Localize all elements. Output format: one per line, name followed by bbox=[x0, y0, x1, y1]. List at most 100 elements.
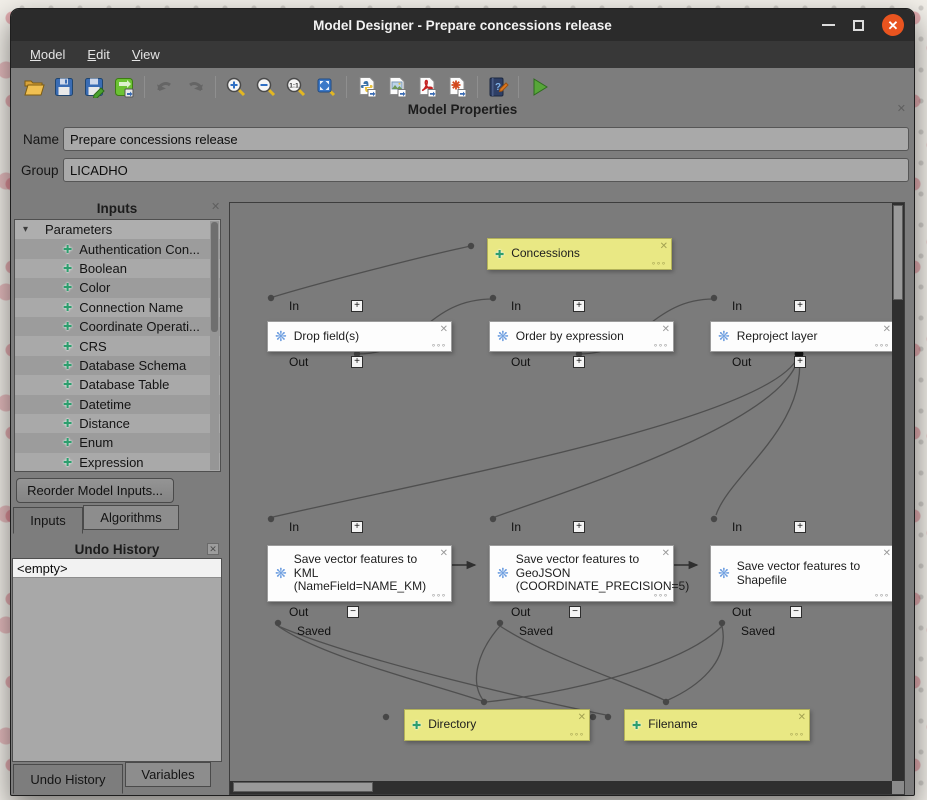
add-parameter-icon bbox=[63, 436, 72, 449]
model-properties-close-icon[interactable]: ✕ bbox=[897, 104, 906, 115]
undo-history-empty-item[interactable]: <empty> bbox=[13, 559, 221, 578]
parameter-item[interactable]: Database Table bbox=[15, 375, 220, 394]
tab-inputs[interactable]: Inputs bbox=[13, 507, 83, 534]
run-model-icon[interactable] bbox=[524, 72, 554, 102]
model-connections bbox=[230, 203, 905, 795]
save-model-in-project-icon[interactable] bbox=[109, 72, 139, 102]
port-in-label: In bbox=[732, 520, 742, 534]
node-drop-fields[interactable]: Drop field(s) bbox=[267, 321, 452, 352]
collapse-outputs-button[interactable] bbox=[790, 606, 802, 618]
zoom-in-icon[interactable] bbox=[221, 72, 251, 102]
horizontal-scrollbar-thumb[interactable] bbox=[233, 782, 373, 792]
expand-outputs-button[interactable] bbox=[794, 356, 806, 368]
node-directory[interactable]: Directory bbox=[404, 709, 590, 741]
parameter-item[interactable]: Enum bbox=[15, 433, 220, 452]
inputs-panel-title: Inputs bbox=[11, 201, 223, 216]
port-saved-label: Saved bbox=[297, 624, 331, 638]
input-plus-icon bbox=[412, 719, 421, 732]
menubar: Model Edit View bbox=[11, 41, 914, 68]
collapse-outputs-button[interactable] bbox=[347, 606, 359, 618]
expand-inputs-button[interactable] bbox=[794, 300, 806, 312]
vertical-scrollbar-thumb[interactable] bbox=[893, 205, 903, 300]
expand-inputs-button[interactable] bbox=[573, 521, 585, 533]
close-icon[interactable]: ✕ bbox=[882, 14, 904, 36]
model-group-input[interactable] bbox=[63, 158, 909, 182]
parameter-item[interactable]: Datetime bbox=[15, 395, 220, 414]
model-name-input[interactable] bbox=[63, 127, 909, 151]
node-remove-icon[interactable] bbox=[440, 548, 446, 559]
node-remove-icon[interactable] bbox=[662, 548, 668, 559]
node-remove-icon[interactable] bbox=[662, 324, 668, 335]
expand-outputs-button[interactable] bbox=[351, 356, 363, 368]
node-dots-icon bbox=[569, 730, 584, 739]
parameter-item[interactable]: Authentication Con... bbox=[15, 239, 220, 258]
reorder-model-inputs-button[interactable]: Reorder Model Inputs... bbox=[16, 478, 174, 503]
tree-root-parameters[interactable]: Parameters bbox=[15, 220, 220, 239]
titlebar[interactable]: Model Designer - Prepare concessions rel… bbox=[11, 9, 914, 41]
redo-icon[interactable] bbox=[180, 72, 210, 102]
menu-edit[interactable]: Edit bbox=[78, 44, 118, 65]
tab-undo-history[interactable]: Undo History bbox=[13, 764, 123, 794]
minimize-icon[interactable] bbox=[822, 24, 835, 26]
node-remove-icon[interactable] bbox=[883, 548, 889, 559]
input-plus-icon bbox=[632, 719, 641, 732]
edit-model-help-icon[interactable]: ? bbox=[483, 72, 513, 102]
node-save-kml[interactable]: Save vector features to KML (NameField=N… bbox=[267, 545, 452, 602]
model-canvas[interactable]: Concessions Drop field(s) Order by expre… bbox=[229, 202, 905, 795]
parameter-item[interactable]: Database Schema bbox=[15, 356, 220, 375]
parameter-item[interactable]: CRS bbox=[15, 336, 220, 355]
collapse-outputs-button[interactable] bbox=[569, 606, 581, 618]
name-label: Name bbox=[23, 132, 65, 147]
undo-history-panel-title: Undo History bbox=[11, 542, 223, 557]
save-model-as-icon[interactable] bbox=[79, 72, 109, 102]
node-remove-icon[interactable] bbox=[660, 241, 666, 252]
parameter-item[interactable]: Connection Name bbox=[15, 298, 220, 317]
maximize-icon[interactable] bbox=[853, 20, 864, 31]
expand-inputs-button[interactable] bbox=[351, 300, 363, 312]
node-filename[interactable]: Filename bbox=[624, 709, 810, 741]
undo-history-list: <empty> bbox=[12, 558, 222, 762]
node-remove-icon[interactable] bbox=[798, 712, 804, 723]
zoom-full-icon[interactable] bbox=[311, 72, 341, 102]
tab-variables[interactable]: Variables bbox=[125, 762, 211, 787]
node-save-shapefile[interactable]: Save vector features to Shapefile bbox=[710, 545, 895, 602]
canvas-horizontal-scrollbar[interactable] bbox=[230, 781, 892, 794]
add-parameter-icon bbox=[63, 398, 72, 411]
tree-scrollbar[interactable] bbox=[210, 221, 219, 470]
svg-text:1:1: 1:1 bbox=[289, 83, 299, 90]
open-model-icon[interactable] bbox=[19, 72, 49, 102]
inputs-panel-close-icon[interactable]: ✕ bbox=[211, 202, 220, 213]
expand-inputs-button[interactable] bbox=[351, 521, 363, 533]
menu-model[interactable]: Model bbox=[21, 44, 74, 65]
port-out-label: Out bbox=[511, 605, 530, 619]
node-order-by-expression[interactable]: Order by expression bbox=[489, 321, 674, 352]
node-reproject-layer[interactable]: Reproject layer bbox=[710, 321, 895, 352]
node-concessions[interactable]: Concessions bbox=[487, 238, 672, 270]
export-as-pdf-icon[interactable] bbox=[412, 72, 442, 102]
parameter-item[interactable]: Distance bbox=[15, 414, 220, 433]
undo-icon[interactable] bbox=[150, 72, 180, 102]
parameter-item[interactable]: Coordinate Operati... bbox=[15, 317, 220, 336]
canvas-vertical-scrollbar[interactable] bbox=[892, 203, 904, 794]
expand-triangle-icon[interactable] bbox=[23, 224, 35, 235]
expand-outputs-button[interactable] bbox=[573, 356, 585, 368]
undo-history-close-icon[interactable]: ✕ bbox=[207, 543, 219, 555]
parameter-item[interactable]: Color bbox=[15, 278, 220, 297]
zoom-out-icon[interactable] bbox=[251, 72, 281, 102]
save-model-icon[interactable] bbox=[49, 72, 79, 102]
parameter-item[interactable]: Boolean bbox=[15, 259, 220, 278]
port-out-label: Out bbox=[289, 355, 308, 369]
parameter-item[interactable]: Expression bbox=[15, 453, 220, 472]
tab-algorithms[interactable]: Algorithms bbox=[83, 505, 179, 530]
export-as-svg-icon[interactable] bbox=[442, 72, 472, 102]
export-as-image-icon[interactable] bbox=[382, 72, 412, 102]
expand-inputs-button[interactable] bbox=[794, 521, 806, 533]
export-as-python-icon[interactable] bbox=[352, 72, 382, 102]
node-remove-icon[interactable] bbox=[578, 712, 584, 723]
expand-inputs-button[interactable] bbox=[573, 300, 585, 312]
menu-view[interactable]: View bbox=[123, 44, 169, 65]
node-save-geojson[interactable]: Save vector features to GeoJSON (COORDIN… bbox=[489, 545, 674, 602]
zoom-actual-size-icon[interactable]: 1:1 bbox=[281, 72, 311, 102]
node-remove-icon[interactable] bbox=[440, 324, 446, 335]
node-remove-icon[interactable] bbox=[883, 324, 889, 335]
